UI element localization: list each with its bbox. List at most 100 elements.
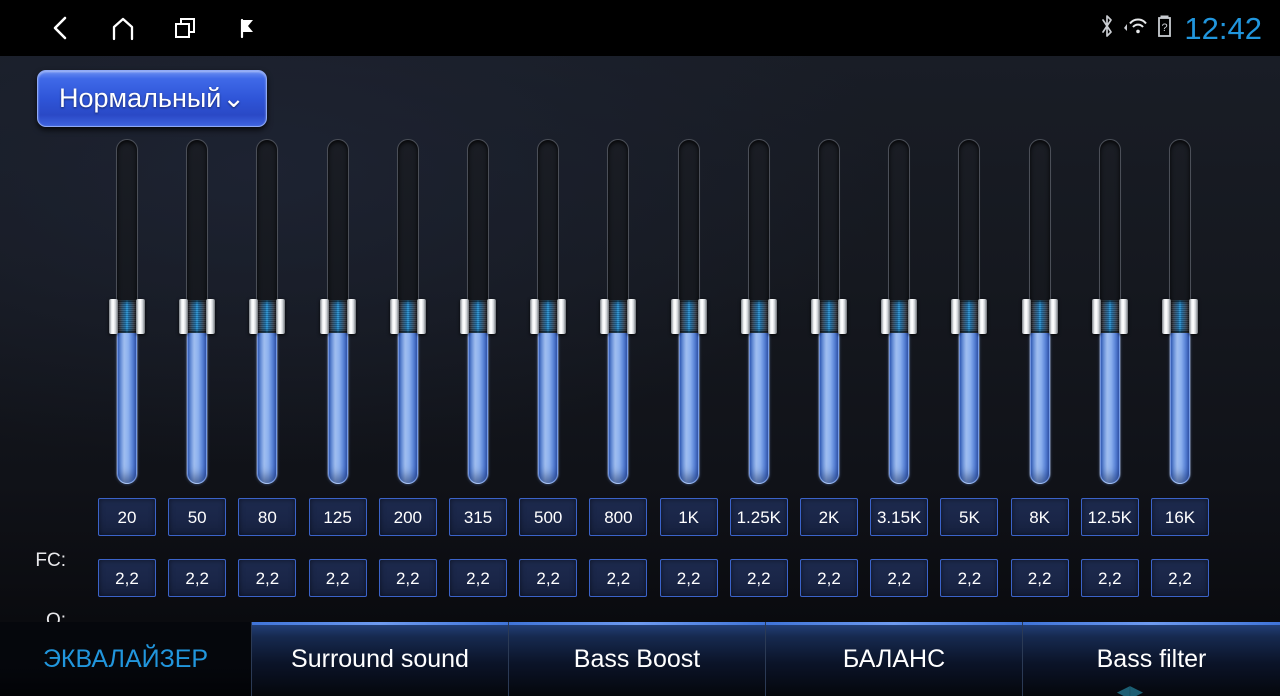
slider-knob-ear-right bbox=[1118, 299, 1128, 334]
q-value-cell[interactable]: 2,2 bbox=[168, 559, 227, 597]
slider-knob-ear-left bbox=[811, 299, 820, 334]
fc-value-cell[interactable]: 5K bbox=[940, 498, 999, 536]
slider-knob-ear-right bbox=[487, 299, 496, 334]
equalizer-panel: Нормальный ⌄ FC: Q: 20 50 80 125 200 315 500 80… bbox=[0, 56, 1280, 631]
slider-knob-ear-left bbox=[389, 299, 399, 334]
band-slider[interactable] bbox=[109, 139, 145, 484]
fc-value-cell[interactable]: 20 bbox=[98, 498, 156, 536]
q-value-cell[interactable]: 2,2 bbox=[729, 559, 788, 597]
slider-knob[interactable] bbox=[109, 299, 145, 334]
slider-knob[interactable] bbox=[1021, 299, 1058, 334]
fc-value-cell[interactable]: 1.25K bbox=[729, 498, 788, 536]
slider-knob-grip bbox=[958, 300, 981, 333]
q-value-cell[interactable]: 2,2 bbox=[589, 559, 648, 597]
band-slider[interactable] bbox=[389, 139, 426, 484]
recents-icon[interactable] bbox=[154, 0, 216, 56]
fc-value-cell[interactable]: 2K bbox=[800, 498, 858, 536]
tab-item[interactable]: Bass filter bbox=[1023, 622, 1280, 696]
slider-fill bbox=[257, 315, 278, 484]
fc-value-cell[interactable]: 315 bbox=[449, 498, 507, 536]
band-slider[interactable] bbox=[600, 139, 637, 484]
tab-item[interactable]: Surround sound bbox=[252, 622, 509, 696]
slider-knob[interactable] bbox=[600, 299, 637, 334]
fc-value-cell[interactable]: 50 bbox=[168, 498, 227, 536]
slider-knob-ear-right bbox=[416, 299, 426, 334]
slider-knob[interactable] bbox=[179, 299, 216, 334]
tab-item[interactable]: Bass Boost bbox=[509, 622, 766, 696]
band-slider[interactable] bbox=[811, 139, 847, 484]
q-value-cell[interactable]: 2,2 bbox=[378, 559, 437, 597]
slider-knob[interactable] bbox=[530, 299, 567, 334]
q-value-cell[interactable]: 2,2 bbox=[449, 559, 507, 597]
slider-fill bbox=[678, 315, 699, 484]
q-value-cell[interactable]: 2,2 bbox=[519, 559, 578, 597]
band-slider[interactable] bbox=[951, 139, 988, 484]
tab-label: Surround sound bbox=[291, 644, 469, 673]
slider-fill bbox=[889, 315, 910, 484]
q-value-cell[interactable]: 2,2 bbox=[98, 559, 156, 597]
band-slider[interactable] bbox=[179, 139, 216, 484]
slider-knob[interactable] bbox=[1091, 299, 1128, 334]
home-icon[interactable] bbox=[92, 0, 154, 56]
tab-item[interactable]: БАЛАНС bbox=[766, 622, 1023, 696]
slider-knob-ear-left bbox=[881, 299, 891, 334]
slider-knob-ear-right bbox=[908, 299, 918, 334]
q-value-cell[interactable]: 2,2 bbox=[1010, 559, 1069, 597]
band-slider[interactable] bbox=[530, 139, 567, 484]
slider-knob[interactable] bbox=[740, 299, 777, 334]
fc-value-cell[interactable]: 500 bbox=[519, 498, 578, 536]
band-slider[interactable] bbox=[881, 139, 918, 484]
slider-knob[interactable] bbox=[951, 299, 988, 334]
slider-knob-ear-left bbox=[249, 299, 259, 334]
q-value-cell[interactable]: 2,2 bbox=[940, 559, 999, 597]
slider-knob[interactable] bbox=[811, 299, 847, 334]
fc-value-cell[interactable]: 200 bbox=[378, 498, 437, 536]
fc-value-cell[interactable]: 80 bbox=[238, 498, 297, 536]
fc-value-cell[interactable]: 16K bbox=[1151, 498, 1209, 536]
band-slider[interactable] bbox=[1021, 139, 1058, 484]
q-value-cell[interactable]: 2,2 bbox=[1080, 559, 1139, 597]
slider-knob[interactable] bbox=[460, 299, 496, 334]
band-slider[interactable] bbox=[319, 139, 356, 484]
band-slider[interactable] bbox=[460, 139, 496, 484]
band-slider[interactable] bbox=[249, 139, 286, 484]
q-value-cell[interactable]: 2,2 bbox=[870, 559, 929, 597]
battery-unknown-icon: ? bbox=[1157, 14, 1172, 43]
fc-value-cell[interactable]: 12.5K bbox=[1080, 498, 1139, 536]
fc-value-cell[interactable]: 800 bbox=[589, 498, 648, 536]
band-slider[interactable] bbox=[670, 139, 707, 484]
band-slider[interactable] bbox=[740, 139, 777, 484]
q-value-cell[interactable]: 2,2 bbox=[238, 559, 297, 597]
band-slider[interactable] bbox=[1162, 139, 1198, 484]
slider-knob-ear-right bbox=[136, 299, 145, 334]
back-icon[interactable] bbox=[30, 0, 92, 56]
q-value-cell[interactable]: 2,2 bbox=[659, 559, 718, 597]
fc-value-cell[interactable]: 3.15K bbox=[870, 498, 929, 536]
status-bar: ? 12:42 bbox=[0, 0, 1280, 56]
slider-knob-grip bbox=[256, 300, 279, 333]
fc-value-cell[interactable]: 8K bbox=[1010, 498, 1069, 536]
slider-knob[interactable] bbox=[319, 299, 356, 334]
flag-icon[interactable] bbox=[216, 0, 278, 56]
tab-label: Bass Boost bbox=[573, 644, 701, 673]
fc-value-cell[interactable]: 1K bbox=[659, 498, 718, 536]
slider-knob-ear-left bbox=[179, 299, 189, 334]
q-value-cell[interactable]: 2,2 bbox=[308, 559, 367, 597]
slider-knob-grip bbox=[607, 300, 630, 333]
slider-knob[interactable] bbox=[670, 299, 707, 334]
slider-knob[interactable] bbox=[249, 299, 286, 334]
slider-knob-ear-right bbox=[346, 299, 356, 334]
slider-knob-grip bbox=[116, 300, 138, 333]
band-slider[interactable] bbox=[1091, 139, 1128, 484]
slider-knob[interactable] bbox=[389, 299, 426, 334]
slider-knob-ear-left bbox=[740, 299, 750, 334]
q-value-cell[interactable]: 2,2 bbox=[1151, 559, 1209, 597]
tab-active[interactable]: ЭКВАЛАЙЗЕР bbox=[0, 622, 252, 696]
slider-knob-ear-left bbox=[319, 299, 329, 334]
tab-highlight bbox=[509, 622, 765, 625]
fc-value-cell[interactable]: 125 bbox=[308, 498, 367, 536]
slider-knob-ear-left bbox=[1162, 299, 1171, 334]
q-value-cell[interactable]: 2,2 bbox=[800, 559, 858, 597]
slider-knob[interactable] bbox=[1162, 299, 1198, 334]
slider-knob[interactable] bbox=[881, 299, 918, 334]
